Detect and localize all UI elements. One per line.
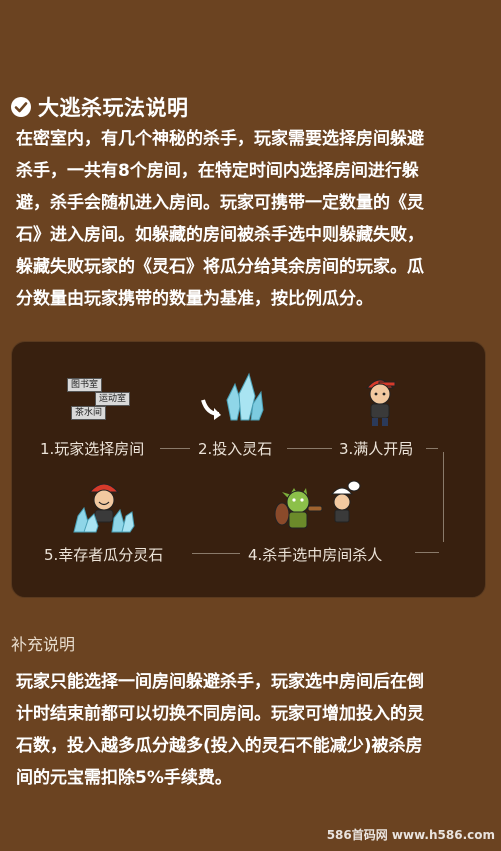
intro-paragraph: 在密室内，有几个神秘的杀手，玩家需要选择房间躲避 杀手，一共有8个房间，在特定时… bbox=[16, 123, 488, 315]
intro-line: 石》进入房间。如躲藏的房间被杀手选中则躲藏失败， bbox=[16, 225, 424, 245]
flow-step-4: 4.杀手选中房间杀人 bbox=[248, 544, 382, 565]
room-tag: 茶水间 bbox=[71, 406, 107, 420]
intro-line: 躲藏失败玩家的《灵石》将瓜分给其余房间的玩家。瓜 bbox=[16, 257, 424, 277]
supplement-line: 计时结束前都可以切换不同房间。玩家可增加投入的灵 bbox=[16, 704, 424, 724]
step-label: 3.满人开局 bbox=[339, 440, 414, 458]
supplement-paragraph: 玩家只能选择一间房间躲避杀手，玩家选中房间后在倒 计时结束前都可以切换不同房间。… bbox=[16, 666, 488, 794]
step-label: 1.玩家选择房间 bbox=[40, 440, 145, 458]
check-badge-icon bbox=[11, 97, 31, 117]
flow-connector bbox=[415, 552, 439, 553]
step-label: 5.幸存者瓜分灵石 bbox=[44, 546, 164, 564]
flow-connector bbox=[192, 553, 240, 554]
room-tag: 图书室 bbox=[67, 378, 103, 392]
supplement-line: 间的元宝需扣除5%手续费。 bbox=[16, 768, 232, 788]
flow-connector bbox=[160, 448, 190, 449]
intro-line: 在密室内，有几个神秘的杀手，玩家需要选择房间躲避 bbox=[16, 129, 424, 149]
game-flow-panel: 图书室 运动室 茶水间 1.玩家选择房间 2.投入灵石 3.满人开局 5.幸存者… bbox=[11, 341, 486, 598]
flow-step-5: 5.幸存者瓜分灵石 bbox=[44, 544, 163, 565]
intro-line: 杀手，一共有8个房间，在特定时间内选择房间进行躲 bbox=[16, 161, 419, 181]
supplement-title: 补充说明 bbox=[11, 635, 76, 654]
flow-connector bbox=[426, 448, 438, 449]
goblin-killer-icon bbox=[274, 478, 362, 534]
page-title: 大逃杀玩法说明 bbox=[38, 96, 189, 120]
room-signs-icon: 图书室 运动室 茶水间 bbox=[67, 376, 137, 424]
player-character-icon bbox=[359, 372, 401, 428]
supplement-line: 石数，投入越多瓜分越多(投入的灵石不能减少)被杀房 bbox=[16, 736, 423, 756]
step-label: 2.投入灵石 bbox=[198, 440, 273, 458]
step-label: 4.杀手选中房间杀人 bbox=[248, 546, 383, 564]
flow-connector bbox=[443, 452, 444, 542]
watermark: 586首码网 www.h586.com bbox=[326, 828, 495, 842]
survivor-with-stones-icon bbox=[70, 478, 138, 534]
flow-step-1: 1.玩家选择房间 bbox=[40, 438, 144, 459]
intro-line: 避，杀手会随机进入房间。玩家可携带一定数量的《灵 bbox=[16, 193, 424, 213]
room-tag: 运动室 bbox=[95, 392, 131, 406]
flow-step-2: 2.投入灵石 bbox=[198, 438, 272, 459]
section-title: 大逃杀玩法说明 bbox=[11, 92, 189, 122]
flow-connector bbox=[287, 448, 332, 449]
flow-step-3: 3.满人开局 bbox=[339, 438, 413, 459]
spirit-stone-icon bbox=[197, 370, 267, 426]
supplement-line: 玩家只能选择一间房间躲避杀手，玩家选中房间后在倒 bbox=[16, 672, 424, 692]
intro-line: 分数量由玩家携带的数量为基准，按比例瓜分。 bbox=[16, 289, 373, 309]
